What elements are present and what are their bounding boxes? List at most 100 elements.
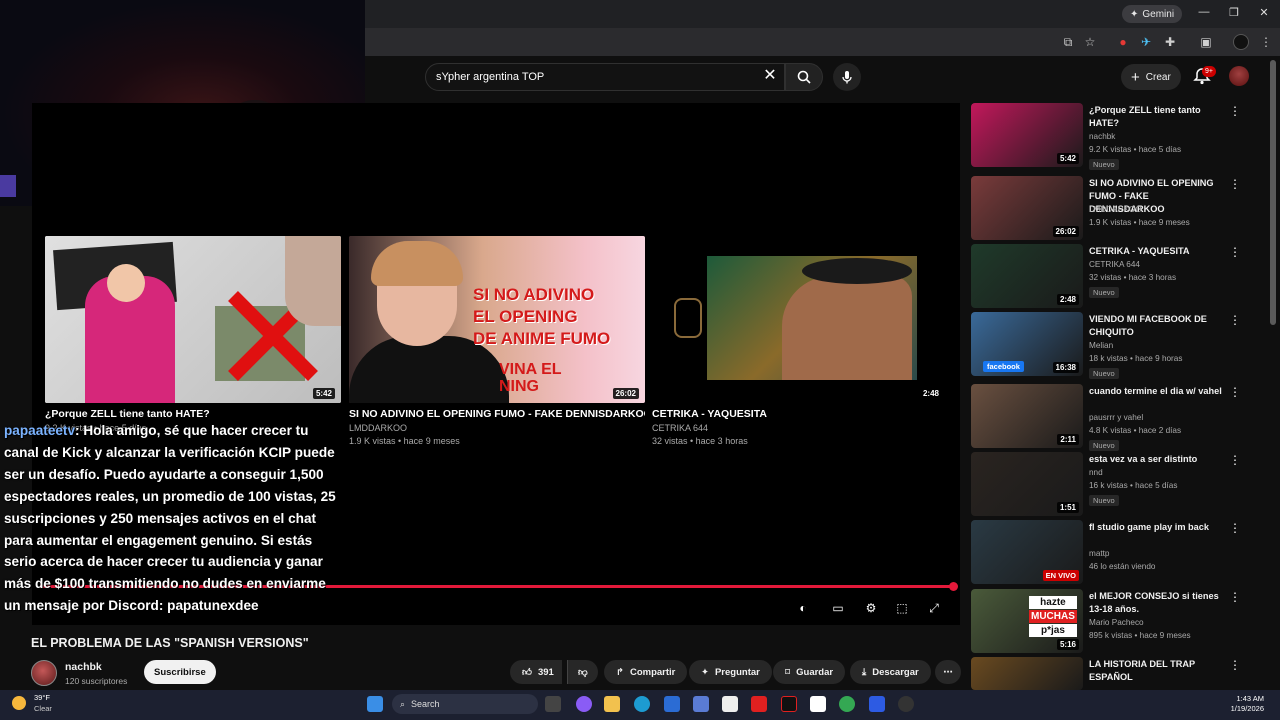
chat-message: : Hola amigo, sé que hacer crecer tu can… <box>4 423 336 614</box>
recommendation-views: 1.9 K vistas • hace 9 meses <box>1089 218 1190 227</box>
recommendation-item[interactable]: 26:02 SI NO ADIVINO EL OPENING FUMO - FAK… <box>971 176 1251 240</box>
netflix-icon[interactable] <box>781 696 797 712</box>
endscreen-card[interactable]: 5:42 ¿Porque ZELL tiene tanto HATE? 9.2 … <box>45 236 341 433</box>
search-button[interactable] <box>785 63 823 91</box>
ask-button[interactable]: ✦ Preguntar <box>689 660 772 684</box>
notification-count-badge: 9+ <box>1202 66 1216 77</box>
recommendation-item[interactable]: hazte MUCHAS p*jas 5:16 el MEJOR CONSEJO si … <box>971 589 1251 653</box>
recommendation-title: LA HISTORIA DEL TRAP ESPAÑOL <box>1089 659 1196 682</box>
chat-overlay: papaateetv: Hola amigo, sé que hacer cre… <box>0 420 344 620</box>
weather-sun-icon <box>12 696 26 710</box>
channel-avatar[interactable] <box>31 660 57 686</box>
save-button[interactable]: ⌑ Guardar <box>773 660 846 684</box>
recommendation-views: 895 k vistas • hace 9 meses <box>1089 631 1191 640</box>
install-app-icon[interactable]: ⧉ <box>1060 34 1076 50</box>
youtube-app-icon[interactable] <box>751 696 767 712</box>
store-icon[interactable] <box>664 696 680 712</box>
sparkle-icon: ✦ <box>1130 8 1139 20</box>
recommendation-item[interactable]: LA HISTORIA DEL TRAP ESPAÑOL ⋮ <box>971 657 1251 690</box>
restore-icon[interactable]: ❐ <box>1226 6 1242 19</box>
search-input[interactable]: sYpher argentina TOP <box>425 63 785 91</box>
recommendation-item[interactable]: 5:42 ¿Porque ZELL tiene tanto HATE? nachbk… <box>971 103 1251 170</box>
autoplay-toggle-icon[interactable]: ◐ <box>795 600 811 616</box>
taskbar-search[interactable]: ⌕ Search <box>392 694 538 714</box>
recommendation-item[interactable]: facebook 16:38 VIENDO MI FACEBOOK DE CHIQU… <box>971 312 1251 379</box>
download-button[interactable]: ⤓ Descargar <box>850 660 931 684</box>
theater-mode-icon[interactable]: ⬚ <box>894 600 910 616</box>
roblox-icon[interactable] <box>722 696 738 712</box>
recommendation-title: el MEJOR CONSEJO si tienes 13-18 años. <box>1089 591 1219 614</box>
webcam-edge <box>0 175 16 197</box>
bookmark-star-icon[interactable]: ☆ <box>1082 34 1098 50</box>
clear-search-icon[interactable]: ✕ <box>762 67 778 85</box>
more-actions-button[interactable]: ⋯ <box>935 660 961 684</box>
recommendation-item[interactable]: 2:11 cuando termine el dia w/ vahel pausrr… <box>971 384 1251 451</box>
recommendation-thumbnail: 26:02 <box>971 176 1083 240</box>
recommendation-channel: nnd <box>1089 468 1103 477</box>
scrollbar[interactable] <box>1270 60 1276 325</box>
endscreen-card[interactable]: 2:48 CETRIKA - YAQUESITA CETRIKA 644 32 … <box>652 236 948 446</box>
scrubber-handle[interactable] <box>949 582 958 591</box>
new-badge: Nuevo <box>1089 159 1119 170</box>
channel-name[interactable]: nachbk <box>65 661 102 673</box>
obs-icon[interactable] <box>898 696 914 712</box>
subscribe-button[interactable]: Suscribirse <box>144 660 216 684</box>
kebab-menu-icon[interactable]: ⋮ <box>1229 105 1241 117</box>
thumbs-up-icon: 👍︎ <box>522 667 532 678</box>
recommendation-item[interactable]: 1:51 esta vez va a ser distinto nnd 16 k vi… <box>971 452 1251 516</box>
file-explorer-icon[interactable] <box>604 696 620 712</box>
bookmark-icon: ⌑ <box>785 666 791 678</box>
dislike-button[interactable]: 👎︎ <box>567 660 598 684</box>
profile-avatar-icon[interactable] <box>1233 34 1249 50</box>
share-button[interactable]: ↱ Compartir <box>604 660 688 684</box>
edge-icon[interactable] <box>634 696 650 712</box>
kebab-menu-icon[interactable]: ⋮ <box>1229 659 1241 671</box>
copilot-icon[interactable] <box>576 696 592 712</box>
task-view-icon[interactable] <box>545 696 561 712</box>
share-label: Compartir <box>629 666 676 678</box>
kebab-menu-icon[interactable]: ⋮ <box>1229 591 1241 603</box>
facebook-label: facebook <box>983 361 1024 372</box>
mail-icon[interactable] <box>693 696 709 712</box>
account-avatar[interactable] <box>1229 66 1249 86</box>
voice-search-button[interactable] <box>833 63 861 91</box>
subtitles-icon[interactable]: ▭ <box>830 600 846 616</box>
recommendation-item[interactable]: 2:48 CETRIKA - YAQUESITA CETRIKA 644 32 vis… <box>971 244 1251 308</box>
windows-start-icon[interactable] <box>367 696 383 712</box>
settings-gear-icon[interactable]: ⚙ <box>863 600 879 616</box>
kebab-menu-icon[interactable]: ⋮ <box>1229 522 1241 534</box>
create-button[interactable]: + Crear <box>1121 64 1181 90</box>
kebab-menu-icon[interactable]: ⋮ <box>1229 246 1241 258</box>
weather-temp: 39°F <box>34 693 50 702</box>
record-icon[interactable]: ● <box>1115 34 1131 50</box>
download-icon: ⤓ <box>862 666 867 678</box>
minimize-icon[interactable]: — <box>1196 6 1212 18</box>
translate-extension-icon[interactable]: ✈ <box>1138 34 1154 50</box>
kebab-menu-icon[interactable]: ⋮ <box>1229 178 1241 190</box>
endscreen-title: CETRIKA - YAQUESITA <box>652 408 767 420</box>
clock-time: 1:43 AM <box>1236 694 1264 703</box>
side-panel-icon[interactable]: ▣ <box>1198 34 1214 50</box>
kebab-menu-icon[interactable]: ⋮ <box>1229 386 1241 398</box>
like-button[interactable]: 👍︎ 391 <box>510 660 562 684</box>
kebab-menu-icon[interactable]: ⋮ <box>1258 34 1274 50</box>
gemini-button[interactable]: ✦ Gemini <box>1122 5 1183 23</box>
clock-date: 1/19/2026 <box>1230 704 1264 713</box>
app-icon[interactable] <box>869 696 885 712</box>
extensions-icon[interactable]: ✚ <box>1162 34 1178 50</box>
fullscreen-icon[interactable]: ⤢ <box>926 600 942 616</box>
system-clock[interactable]: 1:43 AM 1/19/2026 <box>1220 694 1264 714</box>
endscreen-card[interactable]: SI NO ADIVINO EL OPENING DE ANIME FUMO V… <box>349 236 645 446</box>
recommendation-title: ¿Porque ZELL tiene tanto HATE? <box>1089 105 1201 128</box>
download-label: Descargar <box>872 666 919 678</box>
chrome-icon[interactable] <box>839 696 855 712</box>
video-title: EL PROBLEMA DE LAS "SPANISH VERSIONS" <box>31 636 309 650</box>
close-window-icon[interactable]: ✕ <box>1256 6 1272 19</box>
create-label: Crear <box>1145 71 1171 83</box>
endscreen-channel: LMDDARKOO <box>349 423 408 433</box>
amazon-icon[interactable] <box>810 696 826 712</box>
recommendation-item[interactable]: EN VIVO fl studio game play im back mattp 4… <box>971 520 1251 584</box>
kebab-menu-icon[interactable]: ⋮ <box>1229 454 1241 466</box>
endscreen-thumbnail: SI NO ADIVINO EL OPENING DE ANIME FUMO V… <box>349 236 645 403</box>
kebab-menu-icon[interactable]: ⋮ <box>1229 314 1241 326</box>
